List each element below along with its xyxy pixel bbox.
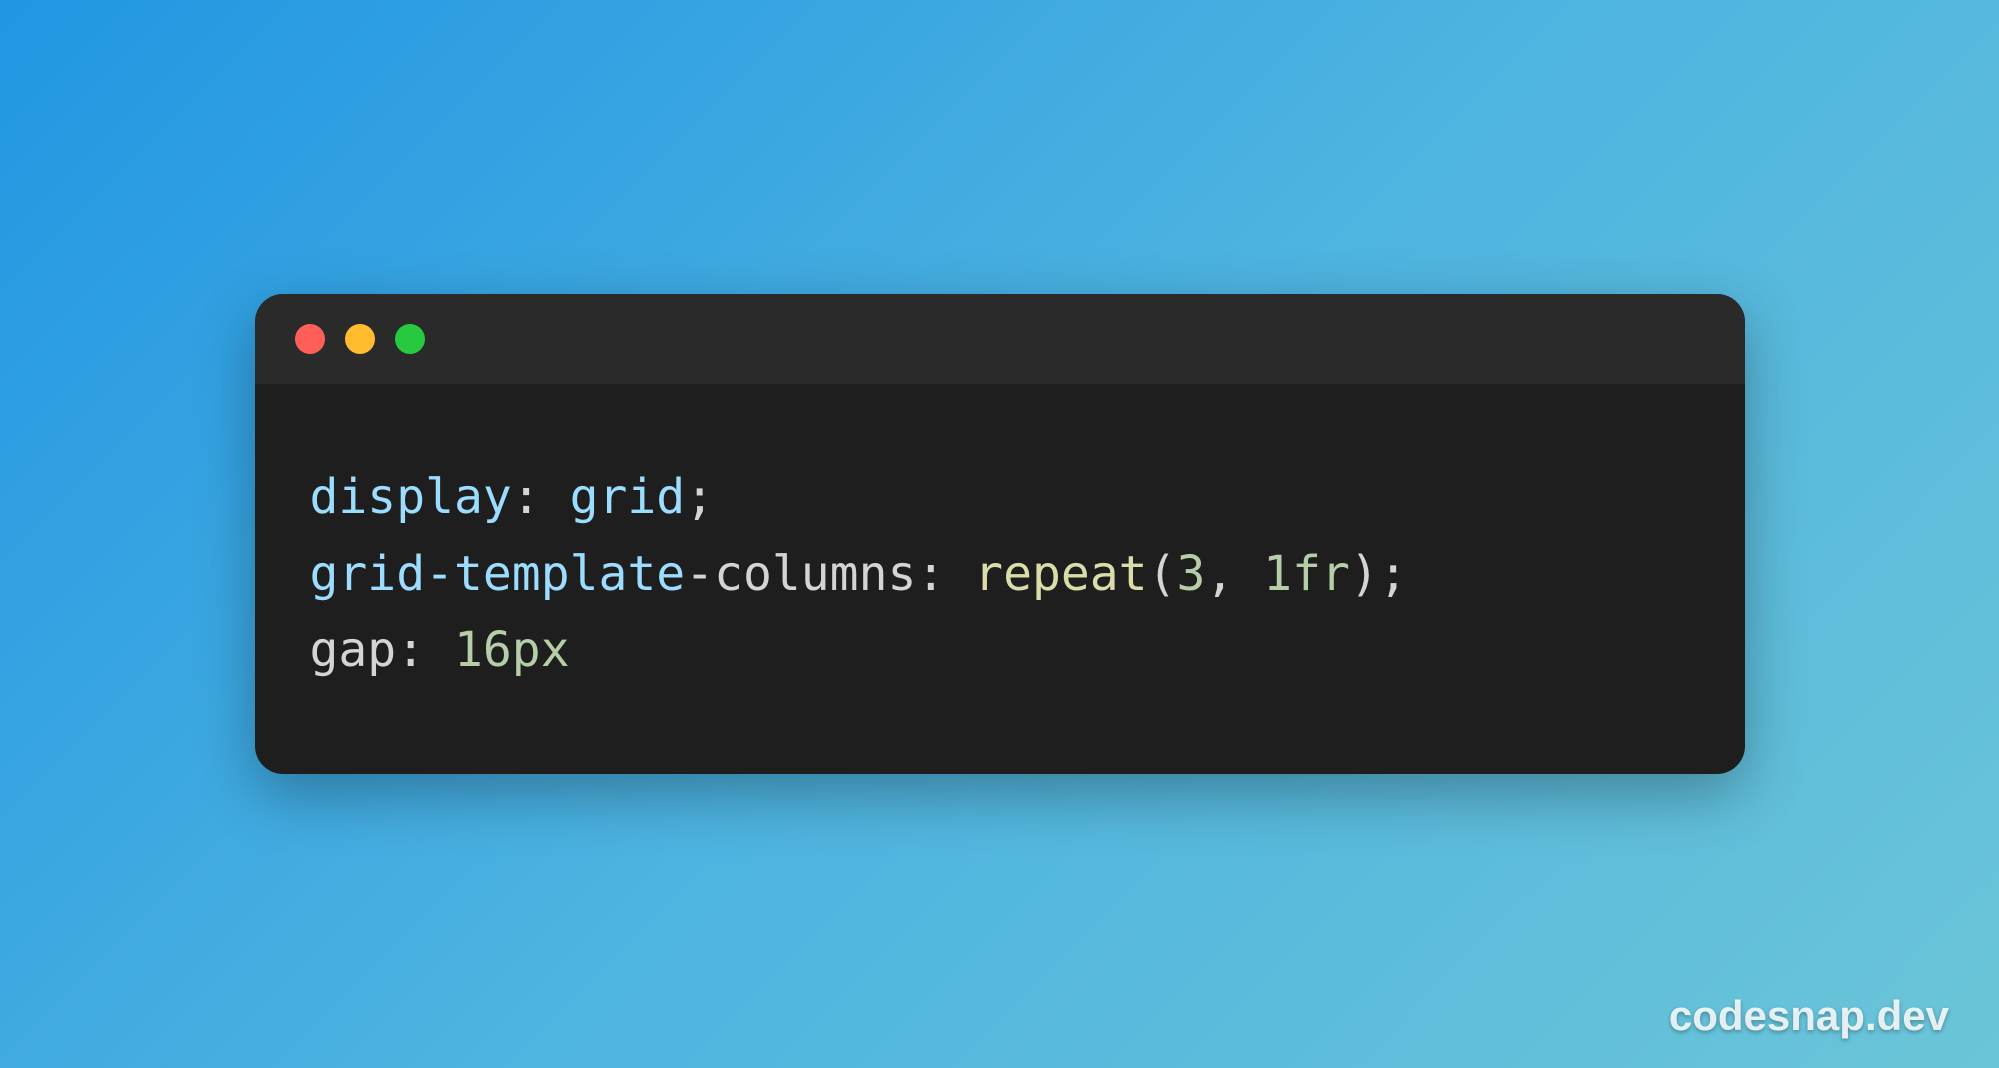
code-line: display: grid; [310, 459, 1690, 536]
code-content: display: grid; grid-template-columns: re… [255, 384, 1745, 774]
code-token: gap: [310, 622, 455, 678]
code-token: 3 [1176, 546, 1205, 602]
code-token: -columns: [685, 546, 974, 602]
code-token: grid [570, 469, 686, 525]
close-icon[interactable] [295, 324, 325, 354]
code-token: ; [685, 469, 714, 525]
maximize-icon[interactable] [395, 324, 425, 354]
code-line: gap: 16px [310, 612, 1690, 689]
code-line: grid-template-columns: repeat(3, 1fr); [310, 536, 1690, 613]
code-token: fr [1292, 546, 1350, 602]
code-token: repeat [974, 546, 1147, 602]
code-token: px [512, 622, 570, 678]
code-window: display: grid; grid-template-columns: re… [255, 294, 1745, 774]
minimize-icon[interactable] [345, 324, 375, 354]
code-token: , [1205, 546, 1263, 602]
code-token: ( [1148, 546, 1177, 602]
code-token: grid-template [310, 546, 686, 602]
code-token: 1 [1263, 546, 1292, 602]
code-token: 16 [454, 622, 512, 678]
code-token: display [310, 469, 512, 525]
code-token: ); [1350, 546, 1408, 602]
watermark: codesnap.dev [1669, 992, 1949, 1040]
title-bar [255, 294, 1745, 384]
code-token: : [512, 469, 570, 525]
